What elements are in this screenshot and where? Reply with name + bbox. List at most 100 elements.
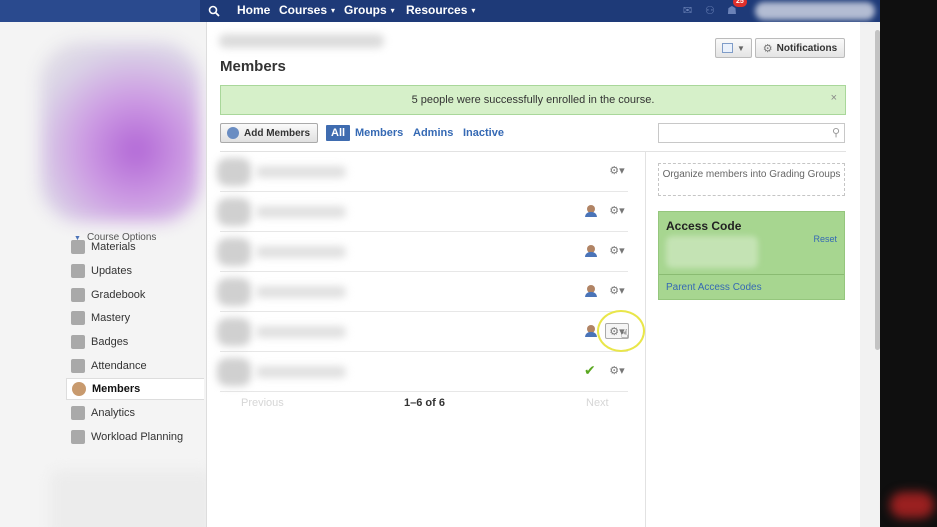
chevron-down-icon: ▾ [331, 6, 336, 15]
chevron-down-icon: ▾ [390, 6, 395, 15]
close-icon[interactable]: × [831, 86, 837, 110]
user-menu[interactable] [755, 2, 875, 20]
updates-icon [71, 264, 85, 278]
reset-access-code-link[interactable]: Reset [813, 234, 837, 244]
pager-next[interactable]: Next [586, 397, 609, 409]
member-avatar [217, 318, 251, 346]
add-members-label: Add Members [244, 127, 311, 139]
notifications-label: Notifications [776, 42, 838, 54]
notification-count-badge[interactable]: 25 [733, 0, 747, 7]
member-avatar [217, 278, 251, 306]
member-name[interactable] [256, 286, 346, 298]
notifications-button[interactable]: ⚙ Notifications [755, 38, 845, 58]
nav-resources[interactable]: Resources ▾ [406, 0, 475, 22]
admin-icon [585, 205, 597, 218]
sidebar-item-label: Attendance [91, 360, 147, 372]
sidebar-item-materials[interactable]: Materials [66, 236, 204, 258]
member-search-input[interactable]: ⚲ [658, 123, 845, 143]
member-row[interactable]: ✔ ⚙▾ [217, 352, 629, 392]
nav-courses-label: Courses [279, 3, 328, 17]
gear-icon: ⚙ [762, 42, 773, 55]
nav-home-label: Home [237, 3, 271, 17]
grading-groups-button[interactable]: Organize members into Grading Groups [658, 163, 845, 196]
member-row[interactable]: ⚙▾ [217, 192, 629, 232]
access-code-box: Access Code Reset Parent Access Codes [658, 211, 845, 300]
member-name[interactable] [256, 206, 346, 218]
sidebar-item-label: Analytics [91, 407, 136, 419]
sidebar-item-updates[interactable]: Updates [66, 260, 204, 282]
mouse-pointer-icon: ☝ [621, 327, 629, 341]
divider [659, 274, 844, 275]
nav-resources-label: Resources [406, 3, 468, 17]
access-code-value [666, 236, 758, 268]
workload-icon [71, 430, 85, 444]
connections-icon[interactable]: ⚇ [705, 4, 715, 17]
member-name[interactable] [256, 246, 346, 258]
breadcrumb[interactable] [219, 34, 384, 48]
member-gear-menu-icon[interactable]: ⚙▾ [605, 203, 629, 219]
nav-groups-label: Groups [344, 3, 387, 17]
sidebar-item-analytics[interactable]: Analytics [66, 402, 204, 424]
top-navigation-bar: Home Courses ▾ Groups ▾ Resources ▾ ✉ ⚇ ☗ 2… [0, 0, 880, 22]
nav-groups[interactable]: Groups ▾ [344, 0, 395, 22]
divider [645, 151, 646, 527]
search-icon: ⚲ [831, 127, 840, 139]
sidebar-item-label: Members [92, 383, 141, 395]
school-logo-area [0, 0, 200, 22]
success-message: 5 people were successfully enrolled in t… [411, 94, 655, 106]
mastery-icon [71, 311, 85, 325]
nav-home[interactable]: Home [237, 0, 270, 22]
member-row[interactable]: ⚙▾ [217, 272, 629, 312]
filter-tab-members[interactable]: Members [355, 125, 403, 141]
chevron-down-icon: ▾ [471, 6, 476, 15]
members-icon [72, 382, 86, 396]
attendance-icon [71, 359, 85, 373]
badges-icon [71, 335, 85, 349]
filter-tab-all[interactable]: All [326, 125, 351, 141]
sidebar-item-label: Workload Planning [91, 431, 184, 443]
checkmark-icon: ✔ [584, 362, 596, 378]
parent-access-codes-link[interactable]: Parent Access Codes [666, 282, 762, 293]
member-row[interactable]: ⚙▾ [217, 232, 629, 272]
member-avatar [217, 358, 251, 386]
materials-icon [71, 240, 85, 254]
blurred-taskbar-item [890, 492, 934, 518]
sidebar-item-mastery[interactable]: Mastery [66, 307, 204, 329]
sidebar-layout-icon [722, 43, 734, 53]
access-code-title: Access Code [666, 219, 742, 233]
sidebar-item-label: Mastery [91, 312, 131, 324]
member-gear-menu-icon[interactable]: ⚙▾ [605, 283, 629, 299]
member-row[interactable]: ⚙▾ [217, 152, 629, 192]
member-gear-menu-icon[interactable]: ⚙▾ [605, 363, 629, 379]
screen: Home Courses ▾ Groups ▾ Resources ▾ ✉ ⚇ ☗ 2… [0, 0, 937, 527]
member-avatar [217, 238, 251, 266]
member-gear-menu-icon[interactable]: ⚙▾ [605, 243, 629, 259]
course-sidebar: ▼ Course Options Materials Updates Gradeb… [0, 22, 215, 527]
member-avatar [217, 198, 251, 226]
layout-toggle-button[interactable]: ▼ [715, 38, 752, 58]
sidebar-item-workload-planning[interactable]: Workload Planning [66, 426, 204, 448]
add-user-icon [227, 127, 239, 139]
member-name[interactable] [256, 166, 346, 178]
nav-courses[interactable]: Courses ▾ [279, 0, 335, 22]
sidebar-item-label: Materials [91, 241, 136, 253]
filter-tab-inactive[interactable]: Inactive [463, 125, 504, 141]
window-background [880, 0, 937, 527]
add-members-button[interactable]: Add Members [220, 123, 318, 143]
sidebar-item-members[interactable]: Members [66, 378, 204, 400]
member-gear-menu-icon[interactable]: ⚙▾ [605, 163, 629, 179]
sidebar-item-label: Badges [91, 336, 129, 348]
members-panel: Members ▼ ⚙ Notifications 5 people were s… [206, 22, 860, 527]
mail-icon[interactable]: ✉ [683, 4, 692, 17]
member-name[interactable] [256, 366, 346, 378]
pager-previous[interactable]: Previous [241, 397, 284, 409]
sidebar-item-badges[interactable]: Badges [66, 331, 204, 353]
sidebar-item-attendance[interactable]: Attendance [66, 355, 204, 377]
search-icon[interactable] [200, 0, 228, 22]
page-title: Members [220, 58, 286, 75]
member-row[interactable]: ⚙▾ [217, 312, 629, 352]
member-name[interactable] [256, 326, 346, 338]
sidebar-item-label: Gradebook [91, 289, 146, 301]
filter-tab-admins[interactable]: Admins [413, 125, 453, 141]
sidebar-item-gradebook[interactable]: Gradebook [66, 284, 204, 306]
